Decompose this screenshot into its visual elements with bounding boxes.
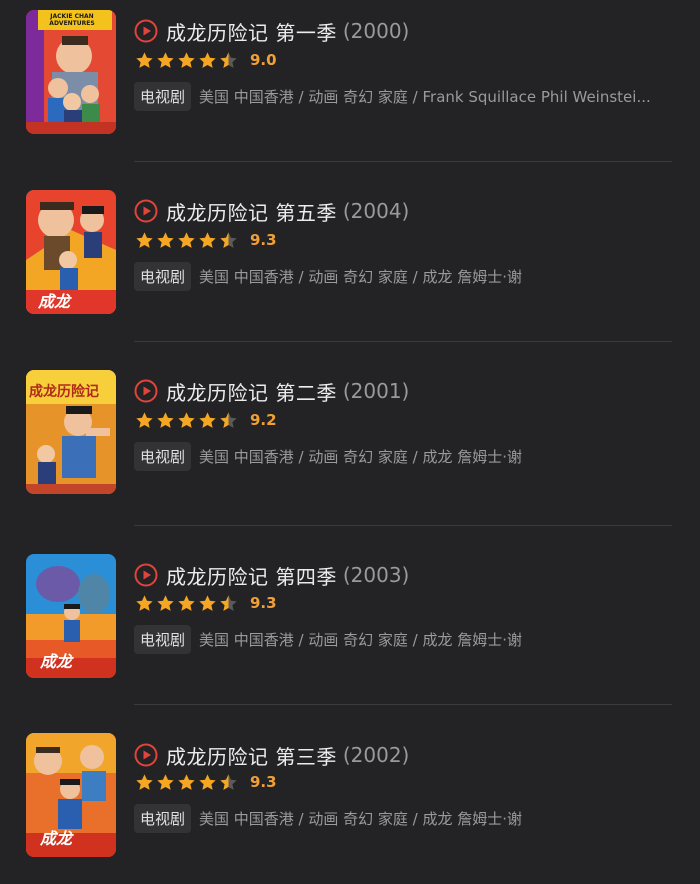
divider [134, 704, 672, 705]
half-star-icon [220, 411, 237, 428]
star-icon [178, 51, 195, 68]
title[interactable]: 成龙历险记 第二季 [166, 377, 337, 406]
star-icon [136, 411, 153, 428]
title-row[interactable]: 成龙历险记 第三季 (2002) [134, 740, 409, 770]
star-icon [136, 594, 153, 611]
poster-caption: 成龙 [40, 829, 73, 848]
release-year: (2003) [342, 563, 410, 587]
meta-info: 美国 中国香港 / 动画 奇幻 家庭 / 成龙 詹姆士·谢 [199, 447, 523, 466]
star-icon [136, 51, 153, 68]
star-icon [199, 594, 216, 611]
star-icon [157, 773, 174, 790]
rating-row: 9.3 [135, 229, 277, 251]
category-tag[interactable]: 电视剧 [134, 261, 192, 291]
title-row[interactable]: 成龙历险记 第一季 (2000) [134, 16, 409, 46]
poster-caption: JACKIE CHAN ADVENTURES [49, 13, 95, 27]
meta-row: 电视剧 美国 中国香港 / 动画 奇幻 家庭 / 成龙 詹姆士·谢 [134, 441, 522, 471]
rating-score: 9.3 [250, 594, 277, 612]
half-star-icon [220, 51, 237, 68]
star-icon [199, 773, 216, 790]
half-star-icon [220, 231, 237, 248]
star-icon [199, 51, 216, 68]
play-icon[interactable] [134, 379, 158, 403]
divider [134, 161, 672, 162]
poster-image[interactable]: JACKIE CHAN ADVENTURES [26, 10, 116, 134]
rating-row: 9.0 [135, 49, 277, 71]
meta-row: 电视剧 美国 中国香港 / 动画 奇幻 家庭 / 成龙 詹姆士·谢 [134, 261, 522, 291]
meta-info: 美国 中国香港 / 动画 奇幻 家庭 / Frank Squillace Phi… [199, 87, 651, 106]
title[interactable]: 成龙历险记 第四季 [166, 561, 337, 590]
star-icon [178, 231, 195, 248]
list-item[interactable]: 成龙 成龙历险记 第五季 (2004) 9.3 电视剧 美国 中国香港 / 动画… [0, 180, 700, 342]
title[interactable]: 成龙历险记 第一季 [166, 17, 337, 46]
star-icon [157, 411, 174, 428]
rating-row: 9.2 [135, 409, 277, 431]
star-icon [157, 231, 174, 248]
star-icon [136, 773, 153, 790]
release-year: (2001) [342, 379, 410, 403]
star-icon [157, 594, 174, 611]
star-icon [199, 231, 216, 248]
star-rating [135, 594, 240, 613]
category-tag[interactable]: 电视剧 [134, 803, 192, 833]
title[interactable]: 成龙历险记 第五季 [166, 197, 337, 226]
poster-caption: 成龙 [38, 292, 71, 311]
poster-caption: 成龙历险记 [29, 384, 99, 400]
divider [134, 525, 672, 526]
release-year: (2004) [342, 199, 410, 223]
rating-score: 9.2 [250, 411, 277, 429]
play-icon[interactable] [134, 199, 158, 223]
meta-row: 电视剧 美国 中国香港 / 动画 奇幻 家庭 / 成龙 詹姆士·谢 [134, 803, 522, 833]
category-tag[interactable]: 电视剧 [134, 624, 192, 654]
list-item[interactable]: 成龙 成龙历险记 第三季 (2002) 9.3 电视剧 美国 中国香港 / 动画… [0, 724, 700, 884]
title[interactable]: 成龙历险记 第三季 [166, 741, 337, 770]
star-icon [178, 773, 195, 790]
star-rating [135, 51, 240, 70]
category-tag[interactable]: 电视剧 [134, 441, 192, 471]
star-icon [199, 411, 216, 428]
star-icon [178, 594, 195, 611]
title-row[interactable]: 成龙历险记 第五季 (2004) [134, 196, 409, 226]
category-tag[interactable]: 电视剧 [134, 81, 192, 111]
list-item[interactable]: 成龙 成龙历险记 第四季 (2003) 9.3 电视剧 美国 中国香港 / 动画… [0, 544, 700, 705]
star-rating [135, 231, 240, 250]
rating-score: 9.3 [250, 773, 277, 791]
play-icon[interactable] [134, 563, 158, 587]
meta-row: 电视剧 美国 中国香港 / 动画 奇幻 家庭 / Frank Squillace… [134, 81, 651, 111]
star-rating [135, 773, 240, 792]
poster-image[interactable]: 成龙 [26, 733, 116, 857]
rating-row: 9.3 [135, 771, 277, 793]
list-item[interactable]: 成龙历险记 成龙历险记 第二季 (2001) 9.2 电视剧 美国 中国香港 /… [0, 360, 700, 526]
title-row[interactable]: 成龙历险记 第四季 (2003) [134, 560, 409, 590]
release-year: (2002) [342, 743, 410, 767]
poster-image[interactable]: 成龙历险记 [26, 370, 116, 494]
play-icon[interactable] [134, 19, 158, 43]
meta-info: 美国 中国香港 / 动画 奇幻 家庭 / 成龙 詹姆士·谢 [199, 267, 523, 286]
star-icon [157, 51, 174, 68]
rating-score: 9.0 [250, 51, 277, 69]
rating-row: 9.3 [135, 592, 277, 614]
star-rating [135, 411, 240, 430]
divider [134, 341, 672, 342]
star-icon [136, 231, 153, 248]
play-icon[interactable] [134, 743, 158, 767]
list-item[interactable]: JACKIE CHAN ADVENTURES 成龙历险记 第一季 (2000) … [0, 0, 700, 162]
poster-caption: 成龙 [40, 652, 73, 671]
meta-info: 美国 中国香港 / 动画 奇幻 家庭 / 成龙 詹姆士·谢 [199, 809, 523, 828]
release-year: (2000) [342, 19, 410, 43]
poster-image[interactable]: 成龙 [26, 190, 116, 314]
title-row[interactable]: 成龙历险记 第二季 (2001) [134, 376, 409, 406]
rating-score: 9.3 [250, 231, 277, 249]
poster-image[interactable]: 成龙 [26, 554, 116, 678]
meta-row: 电视剧 美国 中国香港 / 动画 奇幻 家庭 / 成龙 詹姆士·谢 [134, 624, 522, 654]
star-icon [178, 411, 195, 428]
meta-info: 美国 中国香港 / 动画 奇幻 家庭 / 成龙 詹姆士·谢 [199, 630, 523, 649]
half-star-icon [220, 773, 237, 790]
half-star-icon [220, 594, 237, 611]
